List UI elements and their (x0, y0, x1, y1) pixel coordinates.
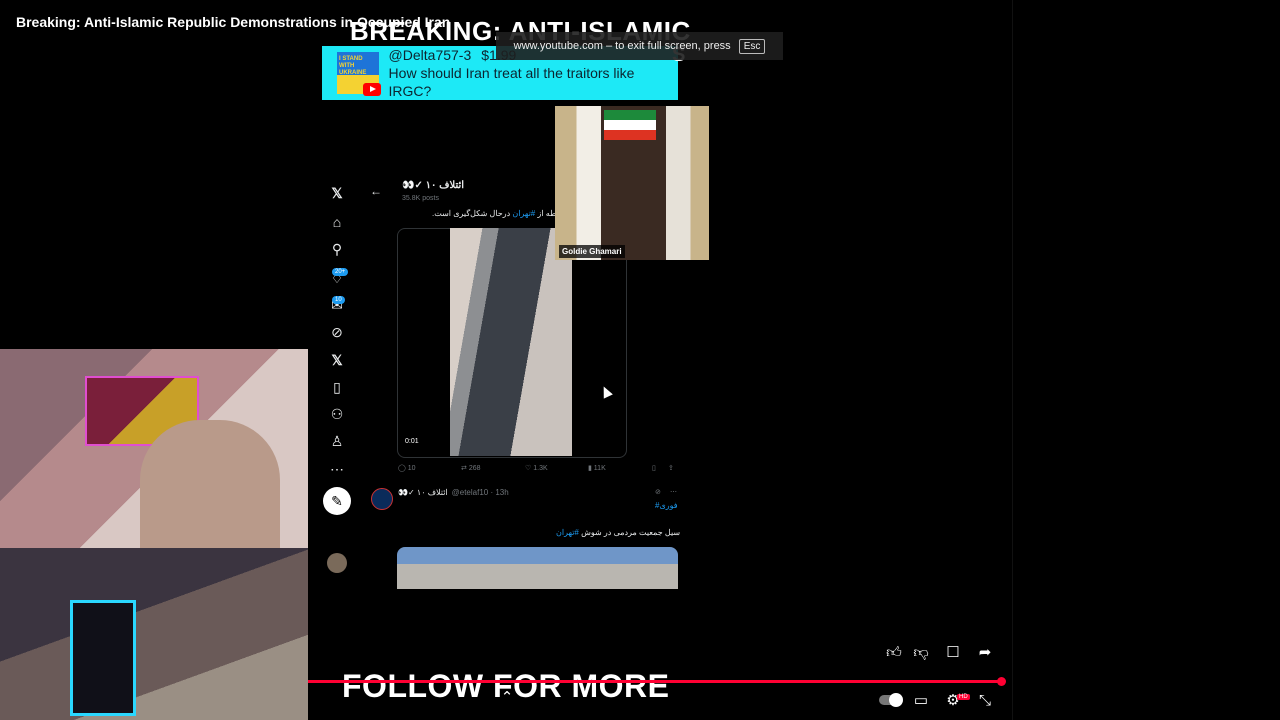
reply-count: 10 (407, 465, 416, 472)
views-button[interactable]: ▮ 11K (588, 464, 606, 472)
profile-icon[interactable]: ♙ (330, 434, 344, 448)
super-chat-avatar: I STAND WITH UKRAINE (337, 52, 381, 96)
dislike-icon[interactable]: 👎︎ (912, 645, 930, 661)
grok-icon[interactable]: ⊘ (655, 488, 661, 496)
notification-badge: 20+ (332, 268, 349, 276)
tweet-text-prefix: سیل جمعیت مردمی در شوش (578, 528, 681, 537)
room-webcam (0, 548, 308, 720)
iran-flag (604, 110, 656, 140)
repost-button[interactable]: ⇄ 268 (461, 464, 481, 472)
tweet-hashtag[interactable]: #تهران (512, 209, 535, 218)
tweet-handle: @etelaf10 · 13h (451, 488, 509, 497)
like-icon[interactable]: 👍︎ (885, 645, 903, 661)
fullscreen-toast-text: www.youtube.com – to exit full screen, p… (513, 40, 731, 52)
tweet-hashtag[interactable]: #تهران (556, 528, 579, 537)
reply-button[interactable]: ◯ 10 (398, 464, 416, 472)
share-icon[interactable]: ➦ (976, 645, 994, 661)
exit-fullscreen-icon[interactable]: ⤡ (976, 693, 994, 709)
chevron-up-icon[interactable]: ⌃ (498, 690, 516, 706)
youtube-icon (362, 83, 381, 96)
video-timestamp: 0:01 (405, 438, 419, 445)
home-icon[interactable]: ⌂ (330, 215, 344, 229)
grok-icon[interactable]: ⊘ (330, 325, 344, 339)
super-chat-name: @Delta757-3 (388, 47, 472, 63)
x-logo-icon[interactable]: 𝕏 (330, 186, 344, 200)
room-monitor (70, 600, 136, 716)
avatar-text: I STAND WITH UKRAINE (339, 56, 367, 76)
progress-knob[interactable] (996, 677, 1006, 686)
view-count: 11K (593, 465, 606, 472)
bookmarks-icon[interactable]: ▯ (330, 380, 344, 394)
like-count: 1.3K (533, 465, 548, 472)
bookmark-icon[interactable]: ▯ (652, 464, 656, 472)
progress-bar[interactable] (308, 680, 1004, 683)
tweet-text: سیل جمعیت مردمی در شوش #تهران (556, 528, 680, 537)
share-icon[interactable]: ⇪ (668, 464, 674, 472)
tweet-avatar[interactable] (371, 488, 393, 510)
host-person (140, 420, 280, 548)
post-button[interactable]: ✎ (323, 487, 351, 515)
profile-avatar[interactable] (327, 553, 347, 573)
account-name: 👀✓ ائتلاف ۱۰ (402, 180, 465, 191)
repost-count: 268 (468, 465, 481, 472)
hd-badge: HD (957, 694, 970, 700)
video-frame (450, 228, 572, 456)
fullscreen-toast: www.youtube.com – to exit full screen, p… (496, 32, 783, 60)
search-icon[interactable]: ⚲ (330, 242, 344, 256)
side-panel (1012, 0, 1280, 720)
more-options-icon[interactable]: ⋯ (670, 488, 677, 496)
tweet-image[interactable] (397, 547, 678, 589)
tweet-hashtag[interactable]: #فوری (655, 501, 678, 510)
tweet-text-suffix: درحال شکل‌گیری است. (432, 209, 513, 218)
guest-name-label: Goldie Ghamari (559, 245, 625, 258)
x-premium-icon[interactable]: 𝕏 (330, 353, 344, 367)
tweet-header: 👀✓ ائتلاف ۱۰ @etelaf10 · 13h (398, 488, 509, 497)
subtitles-icon[interactable]: ▭ (912, 693, 930, 709)
x-sidebar: 𝕏 ⌂ ⚲ ♢ ✉ ⊘ 𝕏 ▯ ⚇ ♙ ⋯ (322, 178, 352, 590)
like-button[interactable]: ♡ 1.3K (525, 464, 548, 472)
comments-icon[interactable]: ☐ (944, 645, 962, 661)
autoplay-toggle[interactable] (879, 693, 903, 707)
super-chat-message: How should Iran treat all the traitors l… (388, 65, 635, 99)
tweet-author[interactable]: 👀✓ ائتلاف ۱۰ (398, 488, 448, 497)
back-arrow-icon[interactable]: ← (370, 184, 382, 198)
communities-icon[interactable]: ⚇ (330, 407, 344, 421)
tweet-text: نقطه از #تهران درحال شکل‌گیری است. (432, 209, 563, 218)
more-icon[interactable]: ⋯ (330, 462, 344, 476)
messages-badge: 10 (332, 296, 345, 304)
esc-key-hint: Esc (738, 38, 766, 54)
account-post-count: 35.8K posts (402, 195, 439, 202)
